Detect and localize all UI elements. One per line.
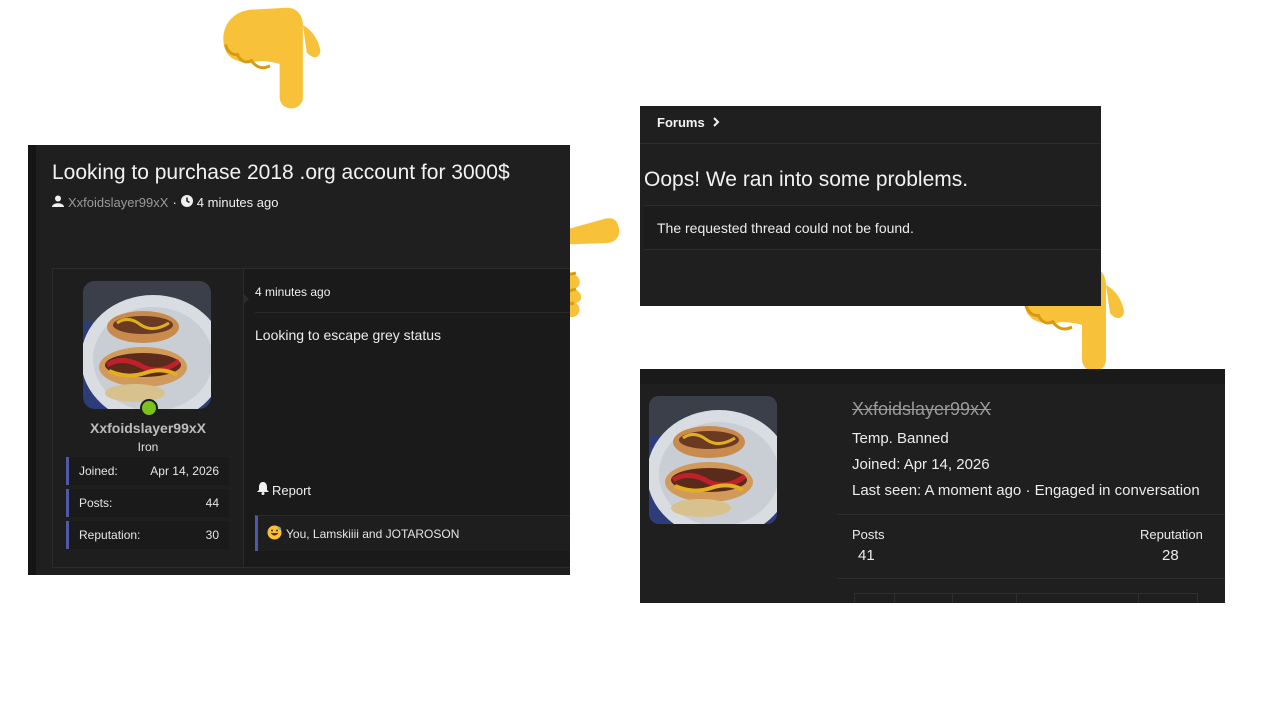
breadcrumb-forums[interactable]: Forums (657, 115, 705, 130)
pointing-down-hand-emoji (221, 6, 322, 110)
sidebar-strip (28, 145, 36, 575)
profile-tab[interactable] (854, 593, 894, 603)
posts-value: 41 (858, 547, 875, 564)
user-rank: Iron (137, 440, 159, 454)
post-user-box: Xxfoidslayer99xX Iron Joined: Apr 14, 20… (53, 269, 244, 567)
divider (255, 312, 570, 313)
forums-error-panel: Forums Oops! We ran into some problems. … (640, 106, 1101, 306)
profile-tab[interactable] (1138, 593, 1198, 603)
post-username[interactable]: Xxfoidslayer99xX (53, 420, 243, 436)
post-container: Xxfoidslayer99xX Iron Joined: Apr 14, 20… (52, 268, 570, 568)
divider (837, 514, 1225, 515)
stat-posts: Posts: 44 (66, 489, 229, 517)
profile-username: Xxfoidslayer99xX (852, 399, 992, 419)
user-icon (52, 195, 64, 210)
stat-label: Joined: (79, 464, 118, 478)
thread-author-link[interactable]: Xxfoidslayer99xX (68, 195, 168, 210)
post-body: Looking to escape grey status (255, 327, 442, 343)
profile-last-seen: Last seen: A moment ago · Engaged in con… (852, 482, 1200, 499)
profile-panel: Xxfoidslayer99xX Temp. Banned Joined: Ap… (640, 369, 1225, 603)
thread-panel: Looking to purchase 2018 .org account fo… (28, 145, 570, 575)
avatar[interactable] (83, 281, 211, 409)
post-caret (243, 293, 249, 305)
stat-value: 44 (205, 496, 219, 510)
reactions-bar[interactable]: You, Lamskiiii and JOTAROSON (255, 515, 570, 551)
thread-meta: Xxfoidslayer99xX · 4 minutes ago (52, 195, 278, 210)
divider (837, 578, 1225, 579)
profile-avatar[interactable] (649, 396, 777, 524)
meta-separator: · (172, 195, 177, 210)
bell-icon (257, 482, 269, 498)
profile-top-strip (640, 369, 1225, 384)
stat-value: Apr 14, 2026 (150, 464, 219, 478)
clock-icon (180, 195, 193, 210)
profile-joined: Joined: Apr 14, 2026 (852, 456, 990, 473)
error-message: The requested thread could not be found. (644, 205, 1101, 250)
thread-time: 4 minutes ago (196, 195, 279, 210)
profile-tab[interactable] (1016, 593, 1138, 603)
reputation-value: 28 (1162, 547, 1179, 564)
profile-tab[interactable] (952, 593, 1016, 603)
report-button[interactable]: Report (257, 482, 311, 498)
posts-label: Posts (852, 527, 885, 542)
profile-tabs (854, 593, 1225, 603)
stat-reputation: Reputation: 30 (66, 521, 229, 549)
stat-joined: Joined: Apr 14, 2026 (66, 457, 229, 485)
error-heading: Oops! We ran into some problems. (644, 168, 969, 191)
stat-value: 30 (205, 528, 219, 542)
divider (640, 143, 1101, 144)
chevron-right-icon (712, 115, 720, 130)
report-label: Report (272, 482, 312, 498)
stat-label: Posts: (79, 496, 113, 510)
thread-title: Looking to purchase 2018 .org account fo… (52, 161, 510, 184)
reactions-text: You, Lamskiiii and JOTAROSON (286, 526, 460, 541)
stat-label: Reputation: (79, 528, 141, 542)
breadcrumb[interactable]: Forums (657, 115, 720, 130)
profile-tab[interactable] (894, 593, 952, 603)
profile-status: Temp. Banned (852, 430, 949, 447)
online-indicator (140, 399, 158, 417)
grinning-sweat-emoji-icon (267, 525, 282, 543)
post-time: 4 minutes ago (255, 285, 331, 299)
reputation-label: Reputation (1140, 527, 1203, 542)
